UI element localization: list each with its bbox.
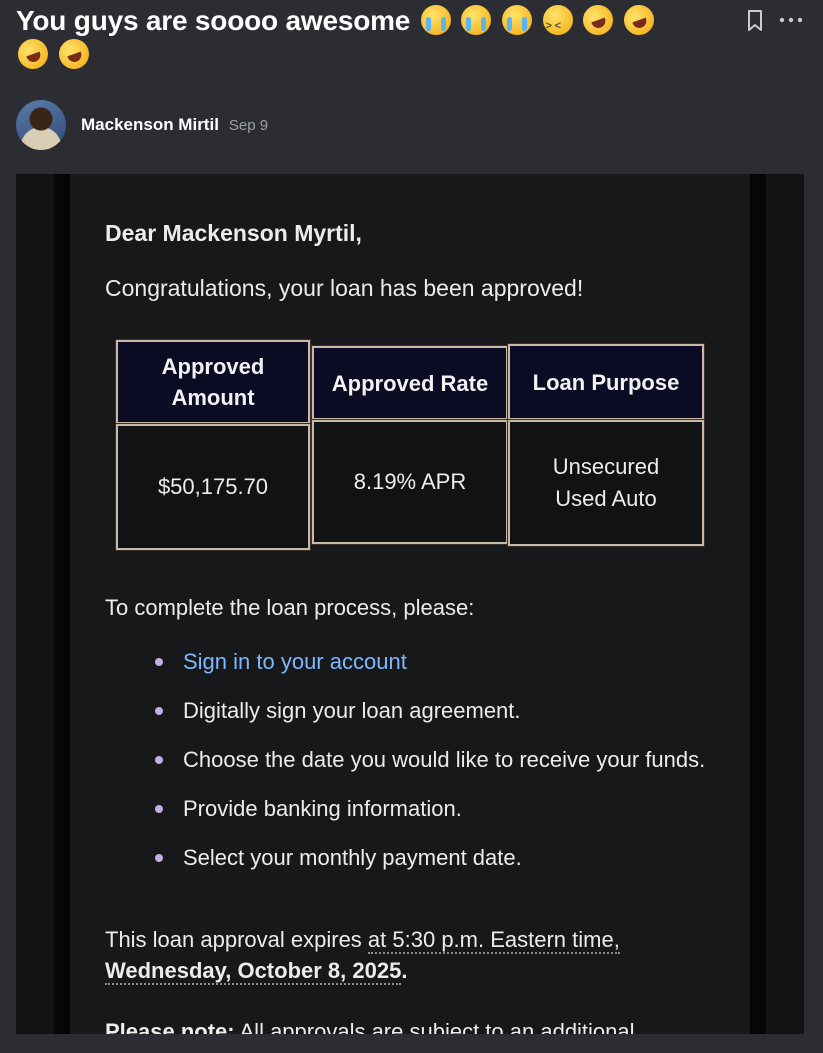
list-item: Sign in to your account — [155, 646, 715, 677]
more-horizontal-icon[interactable] — [779, 17, 803, 23]
post-title: You guys are soooo awesome — [13, 0, 716, 74]
sign-in-link[interactable]: Sign in to your account — [183, 649, 407, 674]
expiry-suffix: . — [401, 958, 408, 983]
steps-intro: To complete the loan process, please: — [105, 595, 475, 620]
list-item: Select your monthly payment date. — [155, 842, 715, 873]
rolling-on-the-floor-laughing-icon — [13, 34, 53, 74]
loudly-crying-face-icon — [501, 5, 532, 35]
table-cell-loan-purpose: Unsecured Used Auto — [507, 419, 705, 547]
table-header-loan-purpose: Loan Purpose — [507, 343, 705, 421]
table-header-approved-amount: Approved Amount — [115, 339, 311, 425]
table-cell-approved-amount: $50,175.70 — [115, 423, 311, 551]
post-title-text: You guys are soooo awesome — [16, 5, 411, 36]
email-body: Dear Mackenson Myrtil, Congratulations, … — [70, 174, 750, 1034]
list-item: Digitally sign your loan agreement. — [155, 695, 715, 726]
expiry-notice: This loan approval expires at 5:30 p.m. … — [105, 924, 725, 986]
email-border-left — [54, 174, 70, 1034]
note-label: Please note: — [105, 1019, 235, 1034]
email-congrats: Congratulations, your loan has been appr… — [105, 275, 584, 301]
rolling-on-the-floor-laughing-icon — [578, 0, 618, 40]
post-actions — [747, 10, 803, 31]
note-text: All approvals are subject to an addition… — [234, 1019, 635, 1034]
steps-list: Sign in to your account Digitally sign y… — [155, 646, 715, 891]
rolling-on-the-floor-laughing-icon — [54, 34, 93, 74]
expiry-time: at 5:30 p.m. Eastern time, — [367, 927, 620, 954]
avatar[interactable] — [16, 100, 66, 150]
author-row: Mackenson Mirtil Sep 9 — [16, 100, 268, 150]
bookmark-icon[interactable] — [747, 10, 762, 31]
loan-summary-table: Approved Amount Approved Rate Loan Purpo… — [114, 339, 706, 552]
loudly-crying-face-icon — [461, 5, 492, 35]
author-name[interactable]: Mackenson Mirtil — [81, 115, 219, 135]
email-border-right — [750, 174, 766, 1034]
rolling-on-the-floor-laughing-icon — [619, 0, 658, 40]
loudly-crying-face-icon — [420, 5, 451, 35]
email-screenshot: Dear Mackenson Myrtil, Congratulations, … — [16, 174, 804, 1034]
post-date: Sep 9 — [228, 116, 269, 134]
email-greeting: Dear Mackenson Myrtil, — [105, 220, 362, 246]
expiry-date: Wednesday, October 8, 2025 — [105, 958, 402, 985]
table-header-approved-rate: Approved Rate — [311, 345, 509, 421]
tired-face-icon — [542, 5, 573, 43]
approval-note: Please note: All approvals are subject t… — [105, 1016, 725, 1034]
expiry-prefix: This loan approval expires — [105, 927, 368, 952]
table-cell-approved-rate: 8.19% APR — [311, 419, 509, 545]
list-item: Choose the date you would like to receiv… — [155, 744, 715, 775]
list-item: Provide banking information. — [155, 793, 715, 824]
